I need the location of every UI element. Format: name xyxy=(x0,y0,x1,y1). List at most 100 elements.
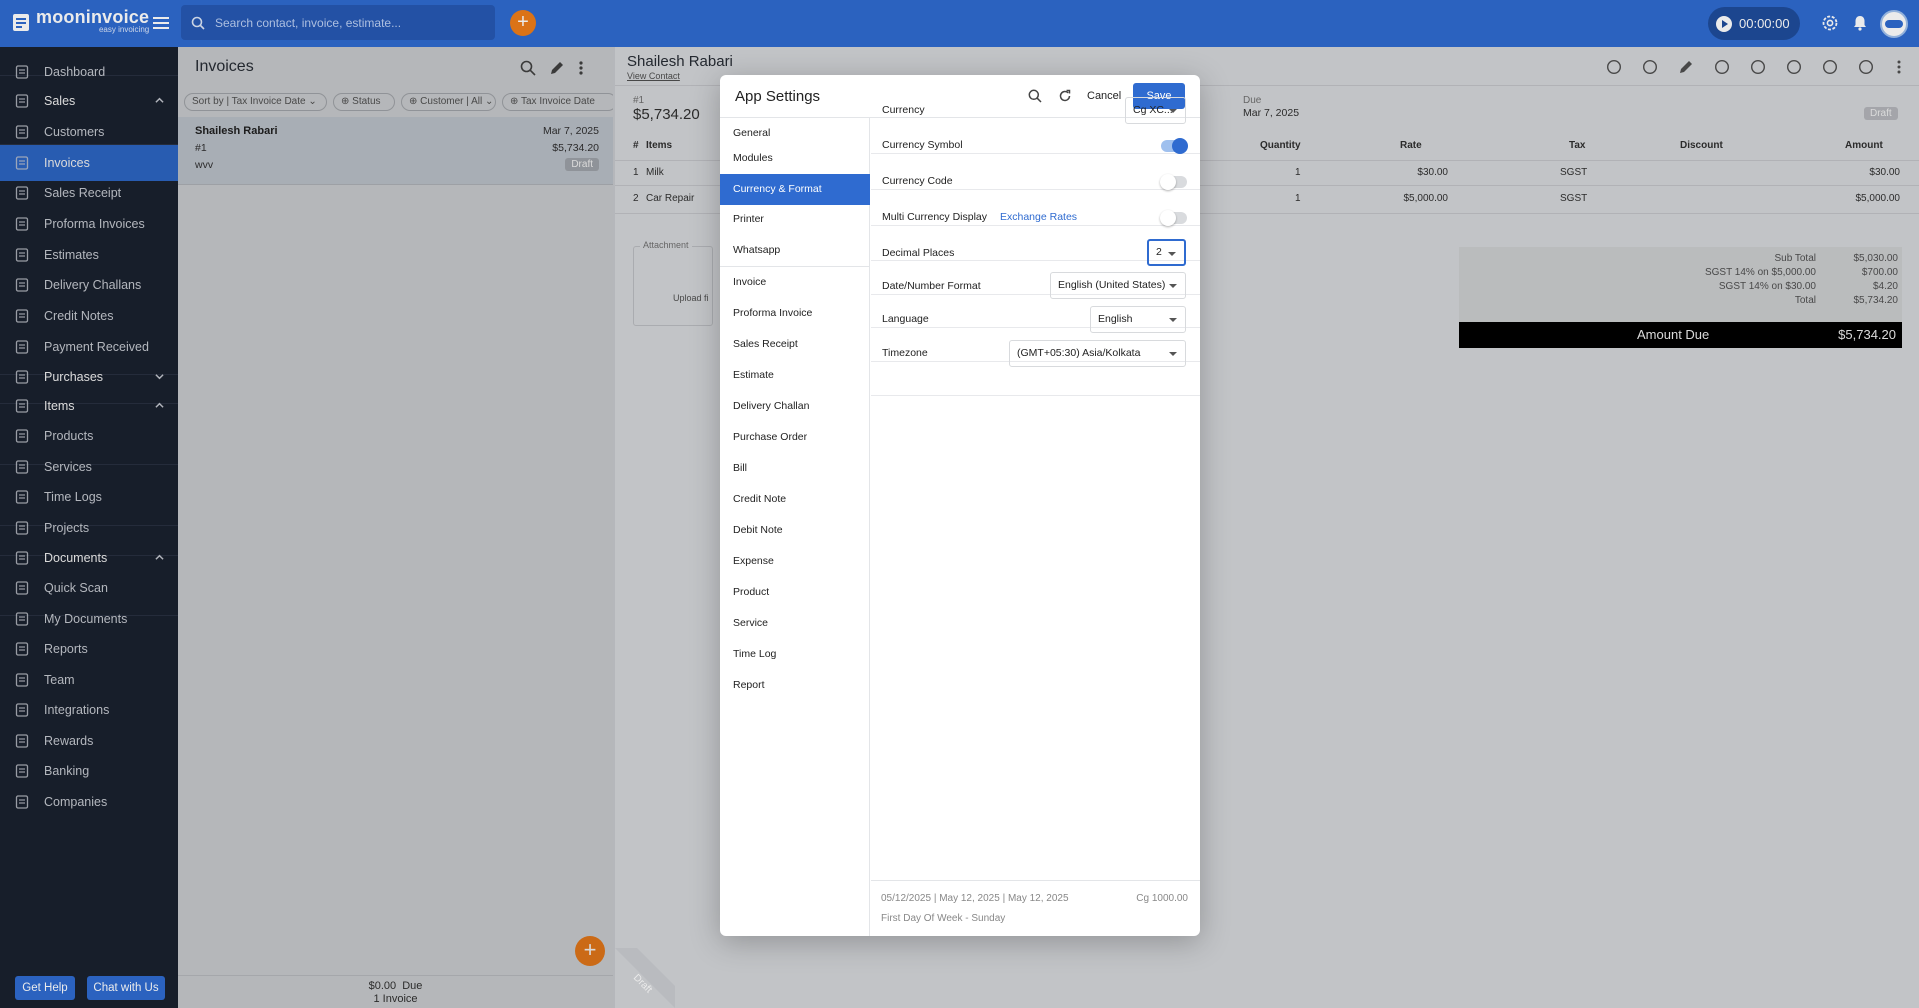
sidebar-item-label: Quick Scan xyxy=(44,581,108,595)
sidebar-item-companies[interactable]: Companies xyxy=(0,784,178,820)
first-day-of-week: First Day Of Week - Sunday xyxy=(881,913,1006,924)
settings-nav: General Modules Currency & Format Printer Wh… xyxy=(720,118,870,936)
sidebar-item-label: Payment Received xyxy=(44,340,149,354)
chevron-up-icon xyxy=(155,402,164,408)
settings-gear-icon[interactable] xyxy=(1820,13,1840,33)
list-more-icon[interactable] xyxy=(578,60,584,76)
settings-nav-debit-note[interactable]: Debit Note xyxy=(720,515,870,546)
currency-select[interactable]: Cg XC... xyxy=(1125,97,1186,124)
cancel-button[interactable]: Cancel xyxy=(1087,90,1121,102)
sort-filter-chip[interactable]: Sort by | Tax Invoice Date ⌄ xyxy=(184,93,327,111)
language-select[interactable]: English xyxy=(1090,306,1186,333)
settings-nav-proforma-invoice[interactable]: Proforma Invoice xyxy=(720,298,870,329)
invoice-list-item[interactable]: Shailesh Rabari Mar 7, 2025 #1 $5,734.20… xyxy=(178,117,613,185)
file-icon xyxy=(15,612,29,626)
list-item-customer: Shailesh Rabari xyxy=(195,125,278,137)
more-vertical-icon[interactable] xyxy=(1891,59,1907,75)
col-quantity: Quantity xyxy=(1260,140,1301,151)
settings-nav-bill[interactable]: Bill xyxy=(720,453,870,484)
line-number: 2 xyxy=(633,193,639,204)
customer-filter-chip[interactable]: ⊕ Customer | All ⌄ xyxy=(401,93,496,111)
total-value: $5,030.00 xyxy=(1853,253,1899,264)
line-item: Milk xyxy=(646,167,664,178)
settings-nav-estimate[interactable]: Estimate xyxy=(720,360,870,391)
sidebar-item-label: Time Logs xyxy=(44,490,102,504)
settings-nav-currency-format[interactable]: Currency & Format xyxy=(720,174,870,205)
settings-nav-purchase-order[interactable]: Purchase Order xyxy=(720,422,870,453)
sidebar-item-label: Products xyxy=(44,429,94,443)
format-preview-dates: 05/12/2025 | May 12, 2025 | May 12, 2025 xyxy=(881,893,1069,904)
new-invoice-fab[interactable]: + xyxy=(575,936,605,966)
settings-nav-delivery-challan[interactable]: Delivery Challan xyxy=(720,391,870,422)
settings-nav-report[interactable]: Report xyxy=(720,670,870,701)
settings-nav-whatsapp[interactable]: Whatsapp xyxy=(720,235,870,266)
list-title: Invoices xyxy=(195,58,254,75)
amount-due-bar: Amount Due $5,734.20 xyxy=(1459,322,1902,348)
purchases-icon xyxy=(15,370,29,384)
search-placeholder: Search contact, invoice, estimate... xyxy=(215,15,402,30)
settings-nav-sales-receipt[interactable]: Sales Receipt xyxy=(720,329,870,360)
list-edit-icon[interactable] xyxy=(549,60,565,76)
status-filter-chip[interactable]: ⊕ Status xyxy=(333,93,395,111)
modal-search-icon[interactable] xyxy=(1028,89,1042,103)
settings-nav-expense[interactable]: Expense xyxy=(720,546,870,577)
footer-amount: $0.00 xyxy=(368,980,397,992)
date-filter-chip[interactable]: ⊕ Tax Invoice Date xyxy=(502,93,617,111)
status-circle-icon[interactable] xyxy=(1606,59,1622,75)
signature-icon[interactable] xyxy=(1714,59,1730,75)
detail-number: #1 xyxy=(633,95,645,106)
company-icon xyxy=(15,795,29,809)
user-avatar[interactable] xyxy=(1880,10,1908,38)
date-format-select[interactable]: English (United States) xyxy=(1050,272,1186,299)
global-search-input[interactable]: Search contact, invoice, estimate... xyxy=(181,5,495,40)
settings-nav-invoice[interactable]: Invoice xyxy=(720,267,870,298)
tag-icon[interactable] xyxy=(1642,59,1658,75)
view-contact-link[interactable]: View Contact xyxy=(627,71,680,81)
app-logo[interactable]: mooninvoice easy invoicing xyxy=(10,8,149,34)
chat-with-us-button[interactable]: Chat with Us xyxy=(87,976,165,1000)
decimal-places-select[interactable]: 2 xyxy=(1147,239,1186,266)
sidebar-item-label: Services xyxy=(44,460,92,474)
preview-eye-icon[interactable] xyxy=(1786,59,1802,75)
multi-currency-label: Multi Currency Display xyxy=(882,211,988,223)
settings-nav-modules[interactable]: Modules xyxy=(720,143,870,174)
currency-symbol-toggle[interactable] xyxy=(1161,138,1188,154)
receipt-icon xyxy=(15,186,29,200)
attachment-box[interactable]: Attachment Upload fi xyxy=(633,240,713,326)
sidebar-item-label: Sales Receipt xyxy=(44,186,122,200)
list-search-icon[interactable] xyxy=(520,60,536,76)
home-icon xyxy=(15,65,29,79)
play-icon xyxy=(1716,15,1732,32)
hamburger-menu-icon[interactable] xyxy=(153,16,169,30)
search-icon xyxy=(191,16,205,30)
payment-icon xyxy=(15,340,29,354)
multi-currency-toggle[interactable] xyxy=(1160,210,1187,226)
detail-status-badge: Draft xyxy=(1864,107,1898,120)
email-icon[interactable] xyxy=(1858,59,1874,75)
reset-icon[interactable] xyxy=(1058,89,1072,103)
col-hash: # xyxy=(633,140,639,151)
folder-icon xyxy=(15,521,29,535)
currency-code-toggle[interactable] xyxy=(1160,174,1187,190)
settings-nav-time-log[interactable]: Time Log xyxy=(720,639,870,670)
sidebar-item-label: Rewards xyxy=(44,734,94,748)
print-icon[interactable] xyxy=(1822,59,1838,75)
settings-nav-service[interactable]: Service xyxy=(720,608,870,639)
sidebar-item-label: Team xyxy=(44,673,75,687)
settings-nav-printer[interactable]: Printer xyxy=(720,204,870,235)
get-help-button[interactable]: Get Help xyxy=(15,976,75,1000)
bank-icon xyxy=(15,764,29,778)
detail-customer-name: Shailesh Rabari xyxy=(627,53,733,70)
notification-bell-icon[interactable] xyxy=(1850,13,1870,33)
settings-nav-credit-note[interactable]: Credit Note xyxy=(720,484,870,515)
items-icon xyxy=(15,399,29,413)
line-qty: 1 xyxy=(1295,167,1301,178)
timezone-select[interactable]: (GMT+05:30) Asia/Kolkata xyxy=(1009,340,1186,367)
dollar-icon[interactable] xyxy=(1750,59,1766,75)
list-item-note: wvv xyxy=(195,159,214,171)
quick-add-button[interactable]: + xyxy=(510,10,536,36)
settings-nav-product[interactable]: Product xyxy=(720,577,870,608)
timer-button[interactable]: 00:00:00 xyxy=(1708,7,1800,40)
edit-icon[interactable] xyxy=(1678,59,1694,75)
exchange-rates-link[interactable]: Exchange Rates xyxy=(1000,211,1077,223)
